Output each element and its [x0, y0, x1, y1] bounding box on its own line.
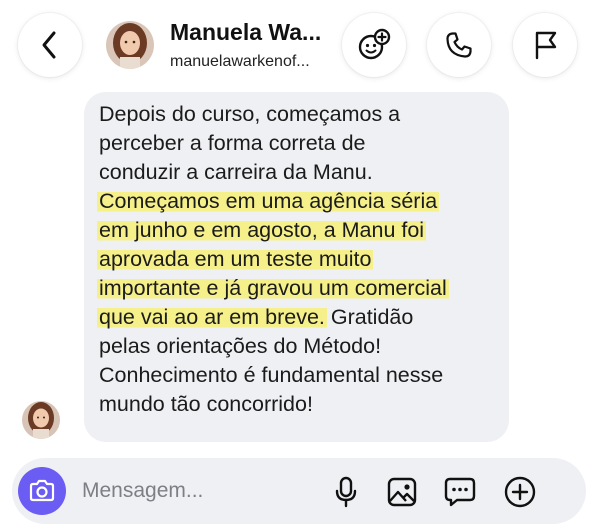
face-effects-icon	[358, 28, 391, 60]
chevron-left-icon	[42, 31, 56, 59]
message-line-text: conduzir a carreira da Manu.	[99, 160, 373, 184]
sticker-icon	[444, 477, 476, 507]
camera-button[interactable]	[18, 467, 66, 515]
message-input[interactable]	[82, 474, 312, 508]
effects-button[interactable]	[342, 13, 406, 77]
call-button[interactable]	[427, 13, 491, 77]
gallery-button[interactable]	[384, 474, 420, 510]
message-line-text: perceber a forma correta de	[99, 131, 366, 155]
message-line-text: Conhecimento é fundamental nesse	[99, 363, 444, 387]
camera-icon	[29, 479, 55, 502]
message-line-text: Depois do curso, começamos a	[99, 102, 401, 126]
message-line: pelas orientações do Método!	[99, 332, 504, 361]
highlighted-text: aprovada em um teste muito	[97, 247, 374, 271]
header-avatar[interactable]	[106, 21, 154, 69]
message-text: Depois do curso, começamos a perceber a …	[97, 100, 504, 419]
sticker-button[interactable]	[442, 474, 478, 510]
report-button[interactable]	[513, 13, 577, 77]
highlighted-text: em junho e em agosto, a Manu foi	[97, 218, 427, 242]
message-line-highlighted: aprovada em um teste muito	[97, 245, 504, 274]
message-line: conduzir a carreira da Manu.	[99, 158, 504, 187]
message-line: perceber a forma correta de	[99, 129, 504, 158]
highlighted-text: que vai ao ar em breve.	[97, 305, 327, 329]
plus-circle-icon	[504, 476, 536, 508]
phone-icon	[446, 32, 472, 58]
microphone-icon	[335, 476, 357, 508]
highlighted-text: Começamos em uma agência séria	[97, 189, 440, 213]
message-line-highlighted: em junho e em agosto, a Manu foi	[97, 216, 504, 245]
flag-icon	[535, 31, 557, 60]
contact-username[interactable]: manuelawarkenof...	[170, 53, 342, 71]
more-button[interactable]	[502, 474, 538, 510]
message-line: Conhecimento é fundamental nesse	[99, 361, 504, 390]
message-line-highlighted: importante e já gravou um comercial	[97, 274, 504, 303]
back-button[interactable]	[18, 13, 82, 77]
message-line-text: mundo tão concorrido!	[99, 392, 313, 416]
contact-name[interactable]: Manuela Wa...	[170, 19, 340, 46]
message-line-highlighted: Começamos em uma agência séria	[97, 187, 504, 216]
highlighted-text: importante e já gravou um comercial	[97, 276, 449, 300]
message-line-text: pelas orientações do Método!	[99, 334, 382, 358]
message-line-partial-highlight: que vai ao ar em breve. Gratidão	[97, 303, 504, 332]
sender-avatar[interactable]	[22, 401, 60, 439]
image-icon	[387, 477, 417, 507]
message-line-text: Gratidão	[324, 305, 414, 329]
message-line: Depois do curso, começamos a	[99, 100, 504, 129]
message-line: mundo tão concorrido!	[99, 390, 504, 419]
voice-message-button[interactable]	[328, 474, 364, 510]
